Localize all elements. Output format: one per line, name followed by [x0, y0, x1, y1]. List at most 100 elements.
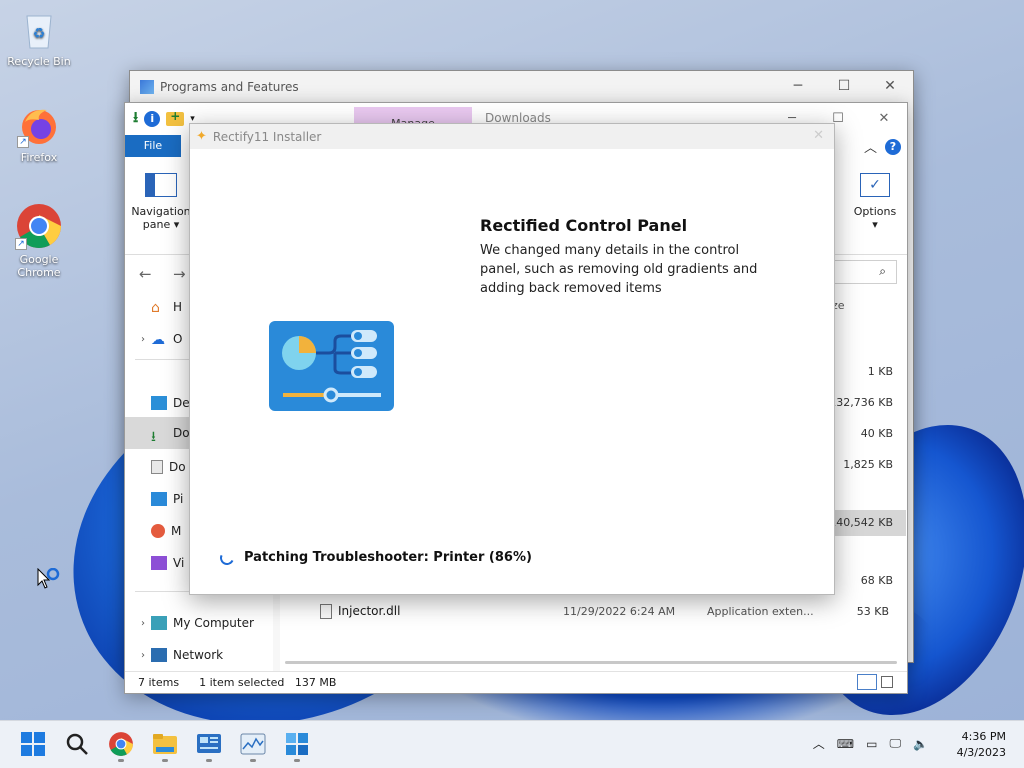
nav-item-network[interactable]: › Network: [125, 641, 273, 669]
desktop-folder-icon: [151, 396, 167, 410]
busy-cursor-icon: [37, 567, 63, 595]
size-cell: 1 KB: [867, 365, 893, 378]
chrome-icon: ↗: [15, 202, 63, 250]
options-check-icon: ✓: [860, 173, 890, 197]
pictures-icon: [151, 492, 167, 506]
progress-text: Patching Troubleshooter: Printer (86%): [244, 550, 532, 565]
videos-icon: [151, 556, 167, 570]
nav-item-label: My Computer: [173, 616, 254, 630]
search-icon[interactable]: [64, 731, 90, 757]
control-panel-icon: [269, 321, 394, 411]
installer-dialog[interactable]: ✦ Rectify11 Installer ✕ Rectified Contro…: [189, 123, 835, 595]
desktop-icon-chrome[interactable]: ↗ Google Chrome: [3, 202, 75, 279]
installer-titlebar[interactable]: ✦ Rectify11 Installer ✕: [190, 124, 834, 149]
running-indicator: [250, 759, 256, 762]
minimize-button[interactable]: ─: [775, 71, 821, 101]
volume-icon[interactable]: 🔈: [913, 737, 928, 751]
back-arrow-icon[interactable]: ←: [139, 265, 152, 283]
expand-chevron-icon[interactable]: ›: [135, 618, 151, 629]
control-panel-icon[interactable]: [196, 731, 222, 757]
start-icon[interactable]: [20, 731, 46, 757]
recycle-bin-icon: ♻: [17, 8, 61, 52]
running-indicator: [294, 759, 300, 762]
show-hidden-icons-icon[interactable]: ︿: [813, 735, 825, 752]
size-cell: 1,825 KB: [843, 458, 893, 471]
nav-item-label: O: [173, 332, 183, 346]
file-explorer-icon[interactable]: [152, 731, 178, 757]
programs-features-icon: [140, 80, 154, 94]
navigation-pane-button[interactable]: Navigation pane ▾: [131, 173, 191, 231]
close-button[interactable]: ✕: [861, 103, 907, 133]
status-bar: 7 items 1 item selected 137 MB: [125, 671, 907, 693]
navigation-pane-icon: [145, 173, 177, 197]
file-tab[interactable]: File: [125, 135, 181, 157]
chrome-icon[interactable]: [108, 731, 134, 757]
file-date: 11/29/2022 6:24 AM: [563, 604, 676, 618]
nav-item-label: H: [173, 300, 183, 314]
nav-item-label: M: [171, 524, 182, 538]
rectify-installer-icon[interactable]: [284, 731, 310, 757]
details-view-icon[interactable]: [857, 674, 877, 690]
running-indicator: [162, 759, 168, 762]
taskbar: ︿ ⌨ ▭ 🖵 🔈 4:36 PM 4/3/2023: [0, 720, 1024, 768]
cloud-icon: ☁: [151, 332, 165, 348]
system-tray: ︿ ⌨ ▭ 🖵 🔈: [813, 735, 928, 752]
status-item-count: 7 items: [138, 676, 180, 689]
file-type: Application exten...: [707, 604, 814, 618]
maximize-button[interactable]: ☐: [821, 71, 867, 101]
home-icon: ⌂: [151, 300, 160, 316]
expand-chevron-icon[interactable]: ›: [135, 334, 151, 345]
svg-text:♻: ♻: [33, 26, 46, 42]
desktop-icon-recycle-bin[interactable]: ♻ Recycle Bin: [3, 8, 75, 68]
table-row[interactable]: Injector.dll 11/29/2022 6:24 AM Applicat…: [320, 601, 920, 621]
nav-item-my-computer[interactable]: › My Computer: [125, 609, 273, 637]
close-button[interactable]: ✕: [813, 128, 824, 143]
new-folder-icon[interactable]: [166, 109, 185, 126]
download-arrow-icon[interactable]: ⭳: [133, 107, 138, 132]
search-input[interactable]: ⌕: [833, 260, 897, 284]
nav-item-label: Network: [173, 648, 224, 662]
large-icons-view-icon[interactable]: [881, 676, 893, 688]
progress-status: Patching Troubleshooter: Printer (86%): [218, 548, 532, 567]
network-status-icon[interactable]: 🖵: [889, 736, 901, 751]
downloads-icon: ⭳: [151, 429, 156, 445]
clock-date: 4/3/2023: [956, 746, 1006, 759]
computer-icon: [151, 616, 167, 630]
desktop-icon-label: Google Chrome: [17, 253, 61, 279]
task-manager-icon[interactable]: [240, 731, 266, 757]
desktop-icon-label: Firefox: [20, 151, 58, 164]
forward-arrow-icon[interactable]: →: [173, 265, 186, 283]
close-button[interactable]: ✕: [867, 71, 913, 101]
shortcut-arrow-icon: ↗: [17, 136, 29, 148]
shortcut-arrow-icon: ↗: [15, 238, 27, 250]
desktop-icon-label: Recycle Bin: [7, 55, 71, 68]
expand-chevron-icon[interactable]: ›: [135, 650, 151, 661]
dll-file-icon: [320, 603, 332, 619]
size-cell: 68 KB: [860, 574, 893, 587]
nav-item-label: Vi: [173, 556, 185, 570]
touchpad-icon[interactable]: ▭: [866, 737, 877, 751]
properties-icon[interactable]: i: [144, 111, 161, 127]
programs-window-title: Programs and Features: [160, 80, 299, 94]
documents-icon: [151, 460, 163, 474]
firefox-icon: ↗: [17, 104, 61, 148]
help-icon[interactable]: ?: [885, 138, 901, 155]
search-icon: ⌕: [879, 264, 886, 278]
size-cell: 140,542 KB: [829, 516, 893, 529]
desktop-icon-firefox[interactable]: ↗ Firefox: [3, 104, 75, 164]
clock[interactable]: 4:36 PM 4/3/2023: [957, 729, 1006, 761]
clock-time: 4:36 PM: [961, 730, 1006, 743]
status-size: 137 MB: [294, 676, 337, 689]
music-icon: [151, 524, 165, 538]
loading-spinner-icon: [218, 548, 236, 567]
size-cell: 40 KB: [860, 427, 893, 440]
keyboard-icon[interactable]: ⌨: [837, 737, 854, 751]
horizontal-scrollbar[interactable]: [285, 661, 897, 664]
options-button[interactable]: ✓ Options ▾: [849, 173, 901, 231]
network-icon: [151, 648, 167, 662]
collapse-ribbon-icon[interactable]: ︿: [864, 137, 877, 156]
running-indicator: [118, 759, 124, 762]
nav-item-label: Do: [169, 460, 186, 474]
nav-item-label: Pi: [173, 492, 184, 506]
installer-title: Rectify11 Installer: [212, 129, 322, 144]
